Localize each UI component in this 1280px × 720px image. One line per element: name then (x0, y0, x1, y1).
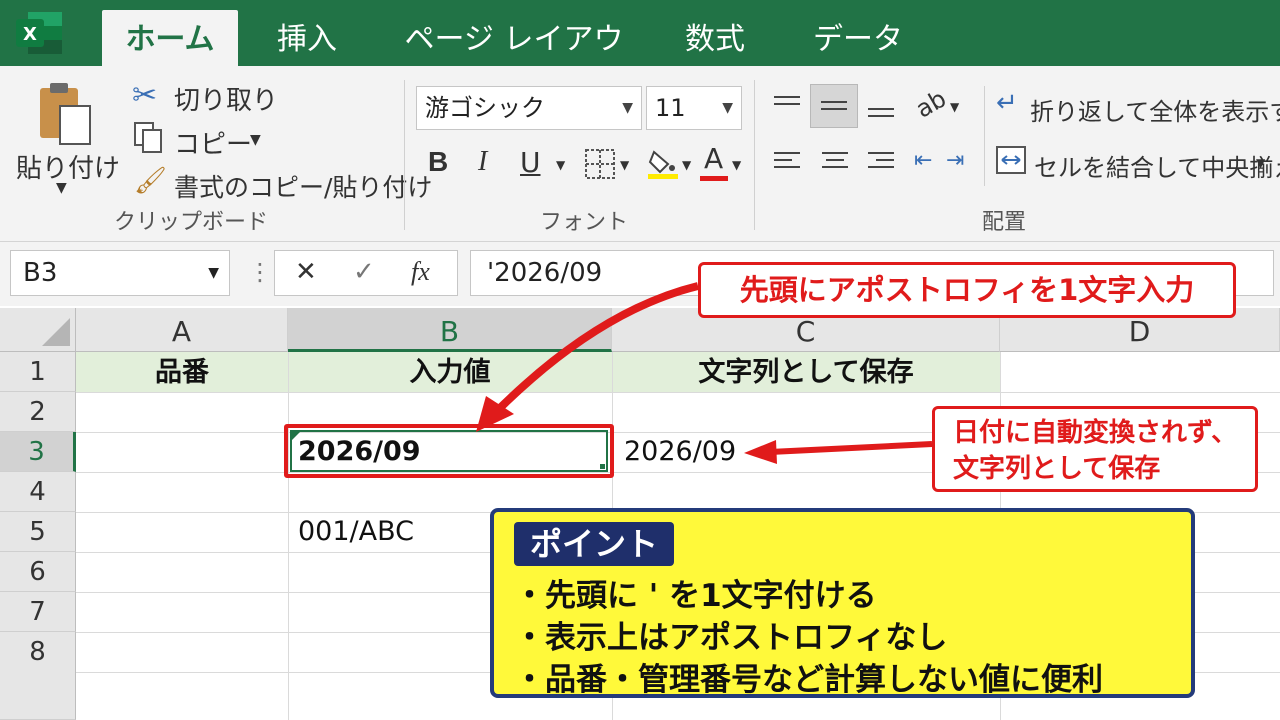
cut-icon[interactable]: ✂ (132, 78, 157, 113)
tab-formulas[interactable]: 数式 (660, 0, 770, 66)
formula-buttons: ✕ ✓ fx (274, 250, 458, 296)
name-box-value: B3 (23, 258, 58, 288)
orientation-dropdown-icon[interactable]: ▼ (950, 100, 959, 114)
row-header-2[interactable]: 2 (0, 392, 76, 432)
copy-dropdown-icon[interactable]: ▼ (250, 132, 261, 148)
cell-c1[interactable]: 文字列として保存 (612, 352, 1000, 392)
row-header-1[interactable]: 1 (0, 352, 76, 392)
auto-convert-callout: 日付に自動変換されず、 文字列として保存 (932, 406, 1258, 492)
font-color-dropdown-icon[interactable]: ▼ (732, 158, 741, 172)
tab-home[interactable]: ホーム (102, 10, 238, 66)
ribbon-separator (984, 86, 985, 186)
paste-icon (36, 80, 94, 150)
callout-line-2: 文字列として保存 (953, 454, 1161, 484)
align-middle-icon (821, 101, 847, 115)
font-color-swatch (700, 176, 728, 181)
align-right-icon[interactable] (868, 152, 894, 173)
paste-button[interactable]: 貼り付け ▼ (10, 74, 121, 204)
cell-a1[interactable]: 品番 (76, 352, 288, 392)
fill-handle[interactable] (599, 463, 606, 470)
wrap-text-button[interactable]: 折り返して全体を表示する (1030, 92, 1280, 127)
font-name-select[interactable]: 游ゴシック ▼ (416, 86, 642, 130)
callout-line-1: 日付に自動変換されず、 (953, 418, 1238, 448)
name-box[interactable]: B3 ▼ (10, 250, 230, 296)
borders-dropdown-icon[interactable]: ▼ (620, 158, 629, 172)
formula-bar-grip-icon[interactable]: ⋮ (248, 258, 272, 286)
align-bottom-icon[interactable] (868, 108, 894, 122)
excel-app-icon: X (14, 10, 64, 56)
align-left-icon[interactable] (774, 152, 800, 173)
ribbon-separator (754, 80, 755, 230)
active-cell-b3[interactable]: 2026/09 (284, 424, 614, 478)
bold-button[interactable]: B (428, 146, 448, 178)
row-header-8[interactable]: 8 (0, 632, 76, 720)
point-title-badge: ポイント (514, 522, 675, 566)
apostrophe-callout: 先頭にアポストロフィを1文字入力 (698, 262, 1236, 318)
grid-line (288, 352, 289, 720)
row-header-7[interactable]: 7 (0, 592, 76, 632)
enter-button[interactable]: ✓ (353, 257, 375, 287)
tab-insert[interactable]: 挿入 (252, 0, 362, 66)
fill-color-button[interactable] (646, 146, 680, 184)
tab-page-layout[interactable]: ページ レイアウト (392, 0, 636, 137)
cell-b3-value: 2026/09 (298, 436, 421, 467)
cell-b1[interactable]: 入力値 (288, 352, 612, 392)
font-size-value: 11 (655, 94, 686, 122)
paste-dropdown-icon[interactable]: ▼ (56, 180, 67, 196)
format-painter-button[interactable]: 書式のコピー/貼り付け (174, 168, 432, 204)
align-top-icon[interactable] (774, 96, 800, 110)
font-color-letter: A (704, 142, 724, 175)
increase-indent-icon[interactable]: ⇥ (946, 148, 964, 173)
row-header-3[interactable]: 3 (0, 432, 76, 472)
merge-center-icon[interactable] (996, 146, 1026, 178)
font-name-value: 游ゴシック (425, 94, 545, 122)
wrap-text-icon[interactable]: ↵ (996, 88, 1018, 118)
font-group-label: フォント (540, 210, 629, 235)
copy-button[interactable]: コピー (174, 124, 252, 161)
column-header-b[interactable]: B (288, 308, 612, 352)
cancel-button[interactable]: ✕ (295, 257, 317, 287)
insert-function-button[interactable]: fx (411, 257, 430, 287)
select-all-corner[interactable] (0, 308, 76, 352)
point-item-2: ・表示上はアポストロフィなし (514, 620, 948, 656)
grid-line (76, 392, 1280, 393)
cut-button[interactable]: 切り取り (174, 80, 278, 117)
chevron-down-icon[interactable]: ▼ (208, 251, 219, 295)
column-header-a[interactable]: A (76, 308, 288, 352)
borders-button[interactable] (584, 148, 616, 184)
row-header-6[interactable]: 6 (0, 552, 76, 592)
point-summary-box: ポイント ・先頭に ' を1文字付ける ・表示上はアポストロフィなし ・品番・管… (490, 508, 1195, 698)
row-header-4[interactable]: 4 (0, 472, 76, 512)
italic-button[interactable]: I (478, 146, 487, 178)
cell-b5[interactable]: 001/ABC (298, 516, 414, 547)
svg-text:X: X (23, 24, 37, 45)
chevron-down-icon: ▼ (622, 100, 633, 116)
tab-data[interactable]: データ (796, 0, 920, 66)
format-painter-icon[interactable]: 🖌 (134, 166, 167, 196)
fill-color-dropdown-icon[interactable]: ▼ (682, 158, 691, 172)
cell-c3[interactable]: 2026/09 (624, 436, 736, 467)
point-item-3: ・品番・管理番号など計算しない値に便利 (514, 662, 1103, 698)
merge-center-button[interactable]: セルを結合して中央揃え (1034, 148, 1280, 183)
decrease-indent-icon[interactable]: ⇤ (914, 148, 932, 173)
ribbon-separator (404, 80, 405, 230)
alignment-group-label: 配置 (982, 210, 1027, 235)
underline-button[interactable]: U (520, 146, 541, 179)
underline-dropdown-icon[interactable]: ▼ (556, 158, 565, 172)
row-header-5[interactable]: 5 (0, 512, 76, 552)
paste-label: 貼り付け (16, 154, 121, 184)
merge-center-dropdown-icon[interactable]: ▼ (1256, 156, 1265, 170)
align-middle-button[interactable] (810, 84, 858, 128)
font-size-select[interactable]: 11 ▼ (646, 86, 742, 130)
align-center-icon[interactable] (822, 152, 848, 173)
point-item-1: ・先頭に ' を1文字付ける (514, 578, 877, 614)
clipboard-group-label: クリップボード (114, 210, 269, 235)
chevron-down-icon: ▼ (722, 100, 733, 116)
copy-icon[interactable] (134, 122, 164, 158)
